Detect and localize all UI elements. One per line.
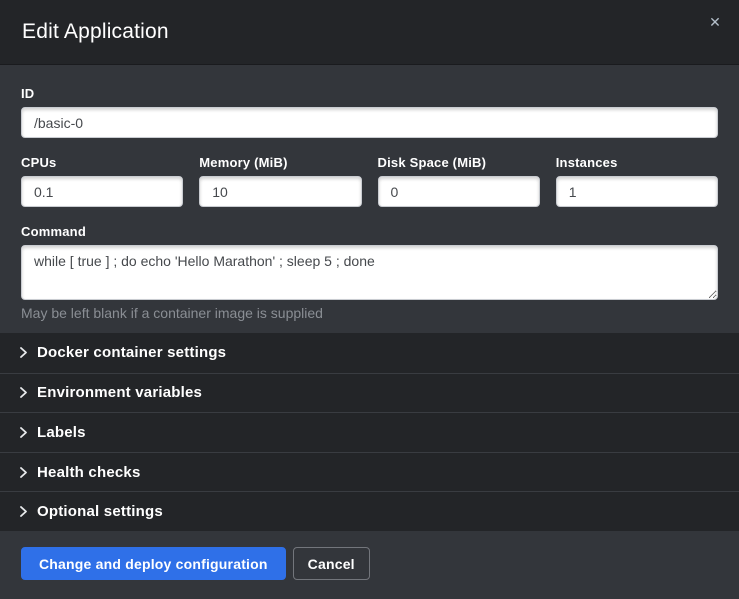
chevron-right-icon [18,467,29,478]
section-docker-container-settings[interactable]: Docker container settings [0,333,739,373]
application-form: ID CPUs Memory (MiB) Disk Space (MiB) In… [0,65,739,333]
section-label: Environment variables [37,384,202,401]
section-label: Health checks [37,464,140,481]
memory-label: Memory (MiB) [199,155,361,170]
disk-input[interactable] [378,176,540,207]
id-field-group: ID [21,86,718,138]
section-health-checks[interactable]: Health checks [0,452,739,492]
disk-label: Disk Space (MiB) [378,155,540,170]
disk-field-group: Disk Space (MiB) [378,155,540,207]
instances-label: Instances [556,155,718,170]
cpus-label: CPUs [21,155,183,170]
chevron-right-icon [18,347,29,358]
section-label: Labels [37,424,86,441]
section-optional-settings[interactable]: Optional settings [0,491,739,531]
id-label: ID [21,86,718,101]
collapsible-sections: Docker container settings Environment va… [0,333,739,531]
instances-field-group: Instances [556,155,718,207]
section-label: Docker container settings [37,344,226,361]
cpus-field-group: CPUs [21,155,183,207]
instances-input[interactable] [556,176,718,207]
cpus-input[interactable] [21,176,183,207]
section-label: Optional settings [37,503,163,520]
command-help-text: May be left blank if a container image i… [21,305,718,321]
command-textarea[interactable]: while [ true ] ; do echo 'Hello Marathon… [21,245,718,300]
resources-row: CPUs Memory (MiB) Disk Space (MiB) Insta… [21,155,718,207]
modal-header: Edit Application ✕ [0,0,739,65]
chevron-right-icon [18,427,29,438]
cancel-button[interactable]: Cancel [293,547,370,580]
command-field-group: Command while [ true ] ; do echo 'Hello … [21,224,718,321]
section-labels[interactable]: Labels [0,412,739,452]
change-and-deploy-button[interactable]: Change and deploy configuration [21,547,286,580]
memory-field-group: Memory (MiB) [199,155,361,207]
close-icon[interactable]: ✕ [704,12,726,34]
section-environment-variables[interactable]: Environment variables [0,373,739,413]
edit-application-modal: Edit Application ✕ ID CPUs Memory (MiB) … [0,0,739,599]
modal-footer: Change and deploy configuration Cancel [0,531,739,599]
memory-input[interactable] [199,176,361,207]
chevron-right-icon [18,387,29,398]
modal-title: Edit Application [22,20,169,44]
command-label: Command [21,224,718,239]
id-input[interactable] [21,107,718,138]
chevron-right-icon [18,506,29,517]
